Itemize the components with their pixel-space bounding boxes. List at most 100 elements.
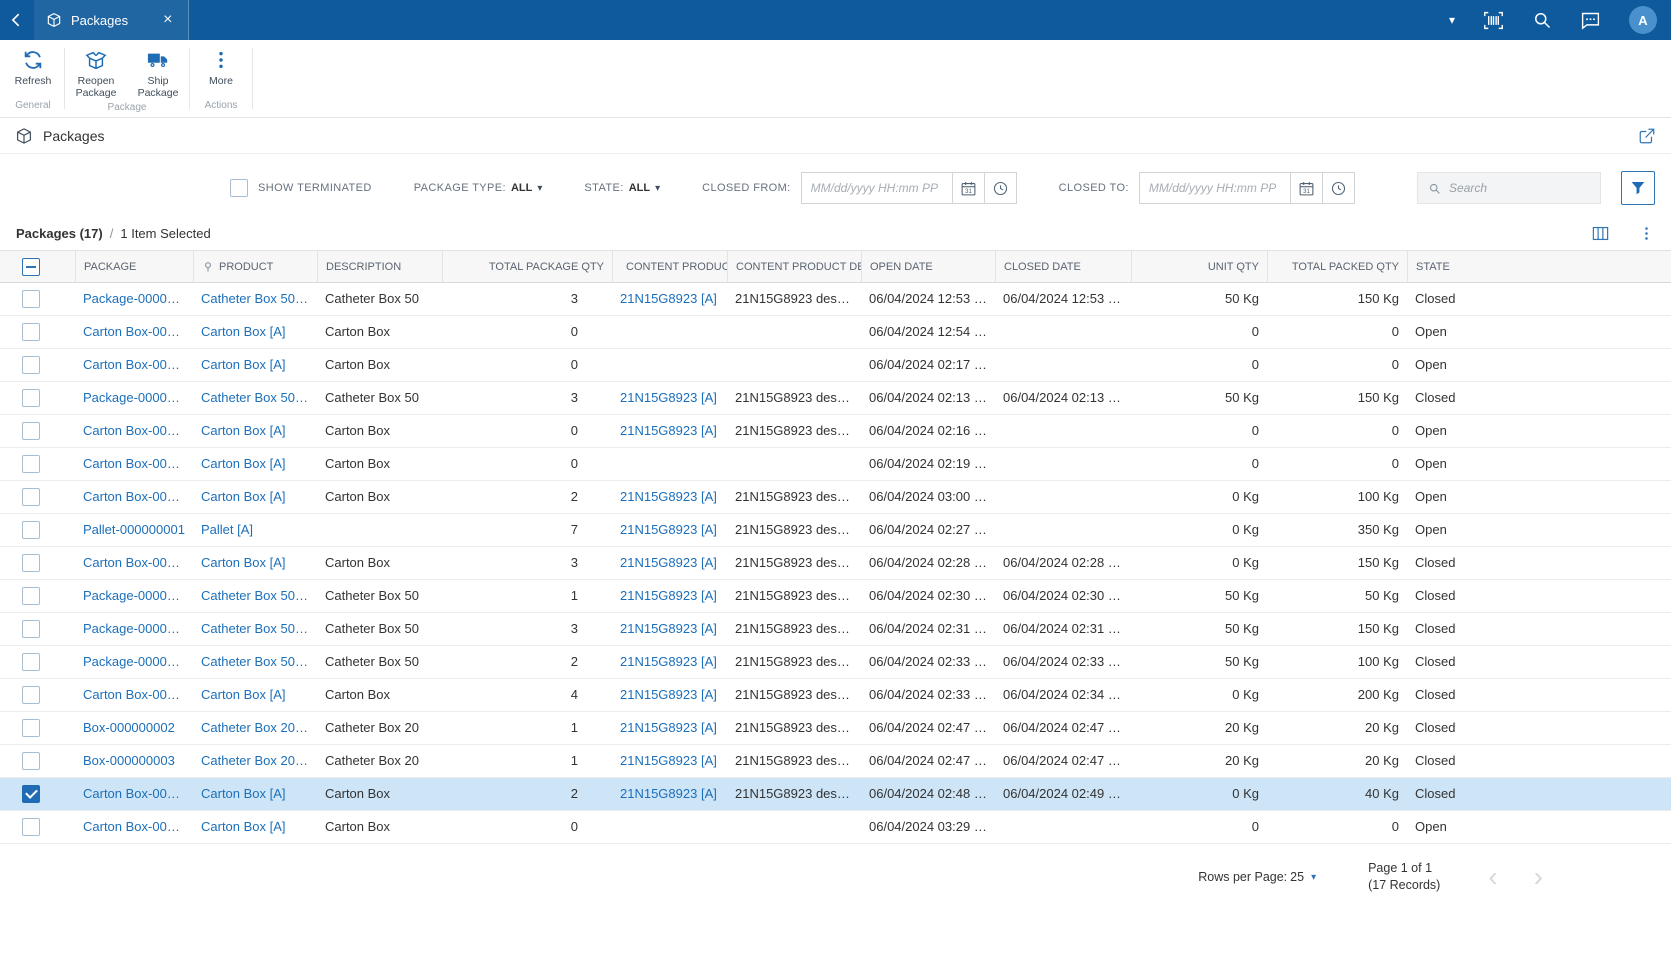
content-product-link[interactable]: 21N15G8923 [A] <box>612 679 727 711</box>
package-link[interactable]: Carton Box-00000000 <box>75 448 193 480</box>
package-link[interactable]: Package-000000015 <box>75 382 193 414</box>
product-link[interactable]: Catheter Box 50 [A] <box>193 613 317 645</box>
row-checkbox[interactable] <box>22 587 40 605</box>
content-product-link[interactable]: 21N15G8923 [A] <box>612 547 727 579</box>
package-link[interactable]: Carton Box-00000000 <box>75 547 193 579</box>
row-checkbox[interactable] <box>22 785 40 803</box>
content-product-link[interactable]: 21N15G8923 [A] <box>612 580 727 612</box>
column-header-closed-date[interactable]: CLOSED DATE <box>995 251 1131 282</box>
package-link[interactable]: Package-000000001 <box>75 283 193 315</box>
row-checkbox[interactable] <box>22 686 40 704</box>
tab-close-icon[interactable]: × <box>163 12 172 28</box>
table-row[interactable]: Carton Box-00000000 Carton Box [A] Carto… <box>0 448 1671 481</box>
package-type-dropdown[interactable]: PACKAGE TYPE: ALL ▾ <box>414 182 543 194</box>
product-link[interactable]: Carton Box [A] <box>193 811 317 843</box>
package-link[interactable]: Package-000000025 <box>75 613 193 645</box>
table-row[interactable]: Package-000000025 Catheter Box 50 [A] Ca… <box>0 613 1671 646</box>
closed-from-input[interactable] <box>800 172 953 204</box>
package-link[interactable]: Box-000000002 <box>75 712 193 744</box>
content-product-link[interactable] <box>612 316 727 348</box>
row-checkbox[interactable] <box>22 389 40 407</box>
content-product-link[interactable] <box>612 811 727 843</box>
column-chooser-icon[interactable] <box>1591 224 1610 243</box>
column-header-total-package-qty[interactable]: TOTAL PACKAGE QTY <box>442 251 612 282</box>
row-checkbox[interactable] <box>22 323 40 341</box>
column-header-content-product[interactable]: CONTENT PRODUCT <box>612 251 727 282</box>
barcode-scan-icon[interactable] <box>1483 10 1504 31</box>
product-link[interactable]: Catheter Box 50 [A] <box>193 580 317 612</box>
column-header-unit-qty[interactable]: UNIT QTY <box>1131 251 1267 282</box>
open-in-new-icon[interactable] <box>1638 127 1656 145</box>
column-header-open-date[interactable]: OPEN DATE <box>861 251 995 282</box>
package-link[interactable]: Carton Box-00000001 <box>75 778 193 810</box>
search-icon[interactable] <box>1532 10 1552 30</box>
content-product-link[interactable]: 21N15G8923 [A] <box>612 382 727 414</box>
row-checkbox[interactable] <box>22 422 40 440</box>
table-row[interactable]: Carton Box-00000000 Carton Box [A] Carto… <box>0 415 1671 448</box>
product-link[interactable]: Carton Box [A] <box>193 316 317 348</box>
package-link[interactable]: Package-000000024 <box>75 580 193 612</box>
row-checkbox[interactable] <box>22 653 40 671</box>
table-row[interactable]: Pallet-000000001 Pallet [A] 7 21N15G8923… <box>0 514 1671 547</box>
row-checkbox[interactable] <box>22 752 40 770</box>
package-link[interactable]: Package-000000027 <box>75 646 193 678</box>
row-checkbox[interactable] <box>22 818 40 836</box>
column-header-content-product-desc[interactable]: CONTENT PRODUCT DE... <box>727 251 861 282</box>
content-product-link[interactable]: 21N15G8923 [A] <box>612 745 727 777</box>
row-checkbox[interactable] <box>22 554 40 572</box>
column-header-total-packed-qty[interactable]: TOTAL PACKED QTY <box>1267 251 1407 282</box>
package-link[interactable]: Box-000000003 <box>75 745 193 777</box>
column-header-state[interactable]: STATE <box>1407 251 1671 282</box>
package-link[interactable]: Carton Box-00000000 <box>75 481 193 513</box>
row-checkbox[interactable] <box>22 290 40 308</box>
column-header-description[interactable]: DESCRIPTION <box>317 251 442 282</box>
package-link[interactable]: Carton Box-00000001 <box>75 679 193 711</box>
filter-button[interactable] <box>1621 171 1655 205</box>
table-row[interactable]: Package-000000027 Catheter Box 50 [A] Ca… <box>0 646 1671 679</box>
content-product-link[interactable]: 21N15G8923 [A] <box>612 778 727 810</box>
state-dropdown[interactable]: STATE: ALL ▾ <box>584 182 660 194</box>
select-all-checkbox[interactable] <box>22 257 40 276</box>
content-product-link[interactable]: 21N15G8923 [A] <box>612 481 727 513</box>
search-input[interactable] <box>1449 181 1590 195</box>
content-product-link[interactable]: 21N15G8923 [A] <box>612 283 727 315</box>
row-checkbox[interactable] <box>22 719 40 737</box>
rows-per-page-dropdown[interactable]: Rows per Page: 25 ▾ <box>1198 870 1316 884</box>
closed-to-input[interactable] <box>1138 172 1291 204</box>
chevron-down-icon[interactable]: ▾ <box>1449 13 1455 27</box>
package-link[interactable]: Pallet-000000001 <box>75 514 193 546</box>
show-terminated-checkbox[interactable] <box>230 179 248 197</box>
package-link[interactable]: Carton Box-00000000 <box>75 316 193 348</box>
table-row[interactable]: Carton Box-00000000 Carton Box [A] Carto… <box>0 481 1671 514</box>
previous-page-button[interactable]: ‹ <box>1488 863 1497 891</box>
tab-packages[interactable]: Packages × <box>34 0 190 40</box>
content-product-link[interactable]: 21N15G8923 [A] <box>612 613 727 645</box>
table-row[interactable]: Carton Box-00000001 Carton Box [A] Carto… <box>0 778 1671 811</box>
clock-icon[interactable] <box>983 172 1017 204</box>
column-header-product[interactable]: PRODUCT <box>193 251 317 282</box>
column-header-package[interactable]: PACKAGE <box>75 251 193 282</box>
package-link[interactable]: Carton Box-00000000 <box>75 349 193 381</box>
row-checkbox[interactable] <box>22 620 40 638</box>
table-row[interactable]: Package-000000024 Catheter Box 50 [A] Ca… <box>0 580 1671 613</box>
content-product-link[interactable]: 21N15G8923 [A] <box>612 514 727 546</box>
product-link[interactable]: Carton Box [A] <box>193 448 317 480</box>
row-checkbox[interactable] <box>22 521 40 539</box>
table-row[interactable]: Package-000000015 Catheter Box 50 [A] Ca… <box>0 382 1671 415</box>
product-link[interactable]: Catheter Box 50 [A] <box>193 283 317 315</box>
product-link[interactable]: Carton Box [A] <box>193 415 317 447</box>
product-link[interactable]: Catheter Box 20 [A] <box>193 712 317 744</box>
table-row[interactable]: Carton Box-00000001 Carton Box [A] Carto… <box>0 679 1671 712</box>
table-row[interactable]: Package-000000001 Catheter Box 50 [A] Ca… <box>0 283 1671 316</box>
product-link[interactable]: Carton Box [A] <box>193 679 317 711</box>
content-product-link[interactable]: 21N15G8923 [A] <box>612 712 727 744</box>
product-link[interactable]: Catheter Box 20 [A] <box>193 745 317 777</box>
refresh-button[interactable]: Refresh <box>2 49 64 87</box>
reopen-package-button[interactable]: Reopen Package <box>65 49 127 99</box>
content-product-link[interactable]: 21N15G8923 [A] <box>612 646 727 678</box>
table-row[interactable]: Carton Box-00000000 Carton Box [A] Carto… <box>0 349 1671 382</box>
clock-icon[interactable] <box>1321 172 1355 204</box>
table-row[interactable]: Carton Box-00000000 Carton Box [A] Carto… <box>0 316 1671 349</box>
product-link[interactable]: Catheter Box 50 [A] <box>193 646 317 678</box>
product-link[interactable]: Carton Box [A] <box>193 547 317 579</box>
